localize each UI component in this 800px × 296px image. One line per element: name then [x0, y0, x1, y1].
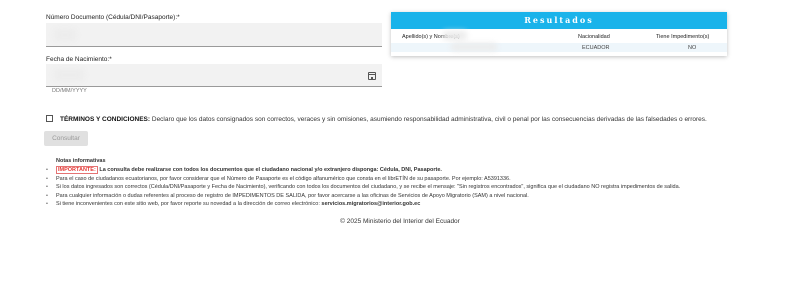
important-text: La consulta debe realizarse con todos lo…: [99, 167, 442, 173]
notes-section: Notas informativas • IMPORTANTE: La cons…: [46, 158, 681, 210]
bullet-icon: •: [46, 184, 48, 191]
redacted-name-header: [443, 31, 467, 40]
results-title: Resultados: [391, 12, 727, 29]
note-item: • Si tiene inconvenientes con este sitio…: [46, 201, 680, 210]
bullet-icon: •: [46, 175, 48, 182]
column-header-nationality: Nacionalidad: [578, 34, 610, 40]
footer-copyright: © 2025 Ministerio del Interior del Ecuad…: [340, 218, 460, 225]
notes-title: Notas informativas: [56, 158, 106, 164]
birth-date-input[interactable]: [46, 64, 382, 87]
note-text: Para cualquier información o dudas refer…: [56, 192, 529, 199]
redacted-value: [54, 69, 84, 81]
note-item: • IMPORTANTE: La consulta debe realizars…: [46, 166, 680, 176]
redacted-value: [54, 29, 76, 41]
document-number-label: Número Documento (Cédula/DNI/Pasaporte):…: [46, 14, 180, 21]
nationality-cell: ECUADOR: [582, 45, 610, 51]
note-item: • Para el caso de ciudadanos ecuatoriano…: [46, 175, 680, 185]
terms-title: TÉRMINOS Y CONDICIONES:: [60, 116, 151, 123]
note-text: Si los datos ingresados son correctos (C…: [56, 184, 681, 191]
support-email-link[interactable]: servicios.migratorios@interior.gob.ec: [321, 201, 420, 207]
document-number-input[interactable]: [46, 23, 382, 47]
table-row: [391, 43, 727, 52]
note-text: Si tiene inconvenientes con este sitio w…: [56, 201, 320, 208]
bullet-icon: •: [46, 192, 48, 199]
date-format-hint: DD/MM/YYYY: [52, 88, 87, 94]
consultar-button[interactable]: Consultar: [44, 131, 88, 146]
calendar-icon[interactable]: [368, 72, 376, 80]
results-panel: Resultados Apellido(s) y Nombre(s) Nacio…: [391, 12, 727, 56]
redacted-name-cell: [451, 43, 497, 51]
terms-body: Declaro que los datos consignados son co…: [151, 116, 707, 123]
impediment-cell: NO: [688, 45, 697, 51]
bullet-icon: •: [46, 201, 48, 208]
note-item: • Si los datos ingresados son correctos …: [46, 184, 681, 193]
bullet-icon: •: [46, 167, 48, 173]
column-header-impediment: Tiene Impedimento(s): [656, 34, 710, 40]
birth-date-label: Fecha de Nacimiento:*: [46, 56, 112, 63]
note-item: • Para cualquier información o dudas ref…: [46, 192, 680, 202]
terms-checkbox[interactable]: [46, 115, 53, 122]
important-badge: IMPORTANTE:: [56, 166, 98, 174]
note-text: Para el caso de ciudadanos ecuatorianos,…: [56, 175, 511, 182]
terms-text: TÉRMINOS Y CONDICIONES: Declaro que los …: [60, 116, 707, 123]
